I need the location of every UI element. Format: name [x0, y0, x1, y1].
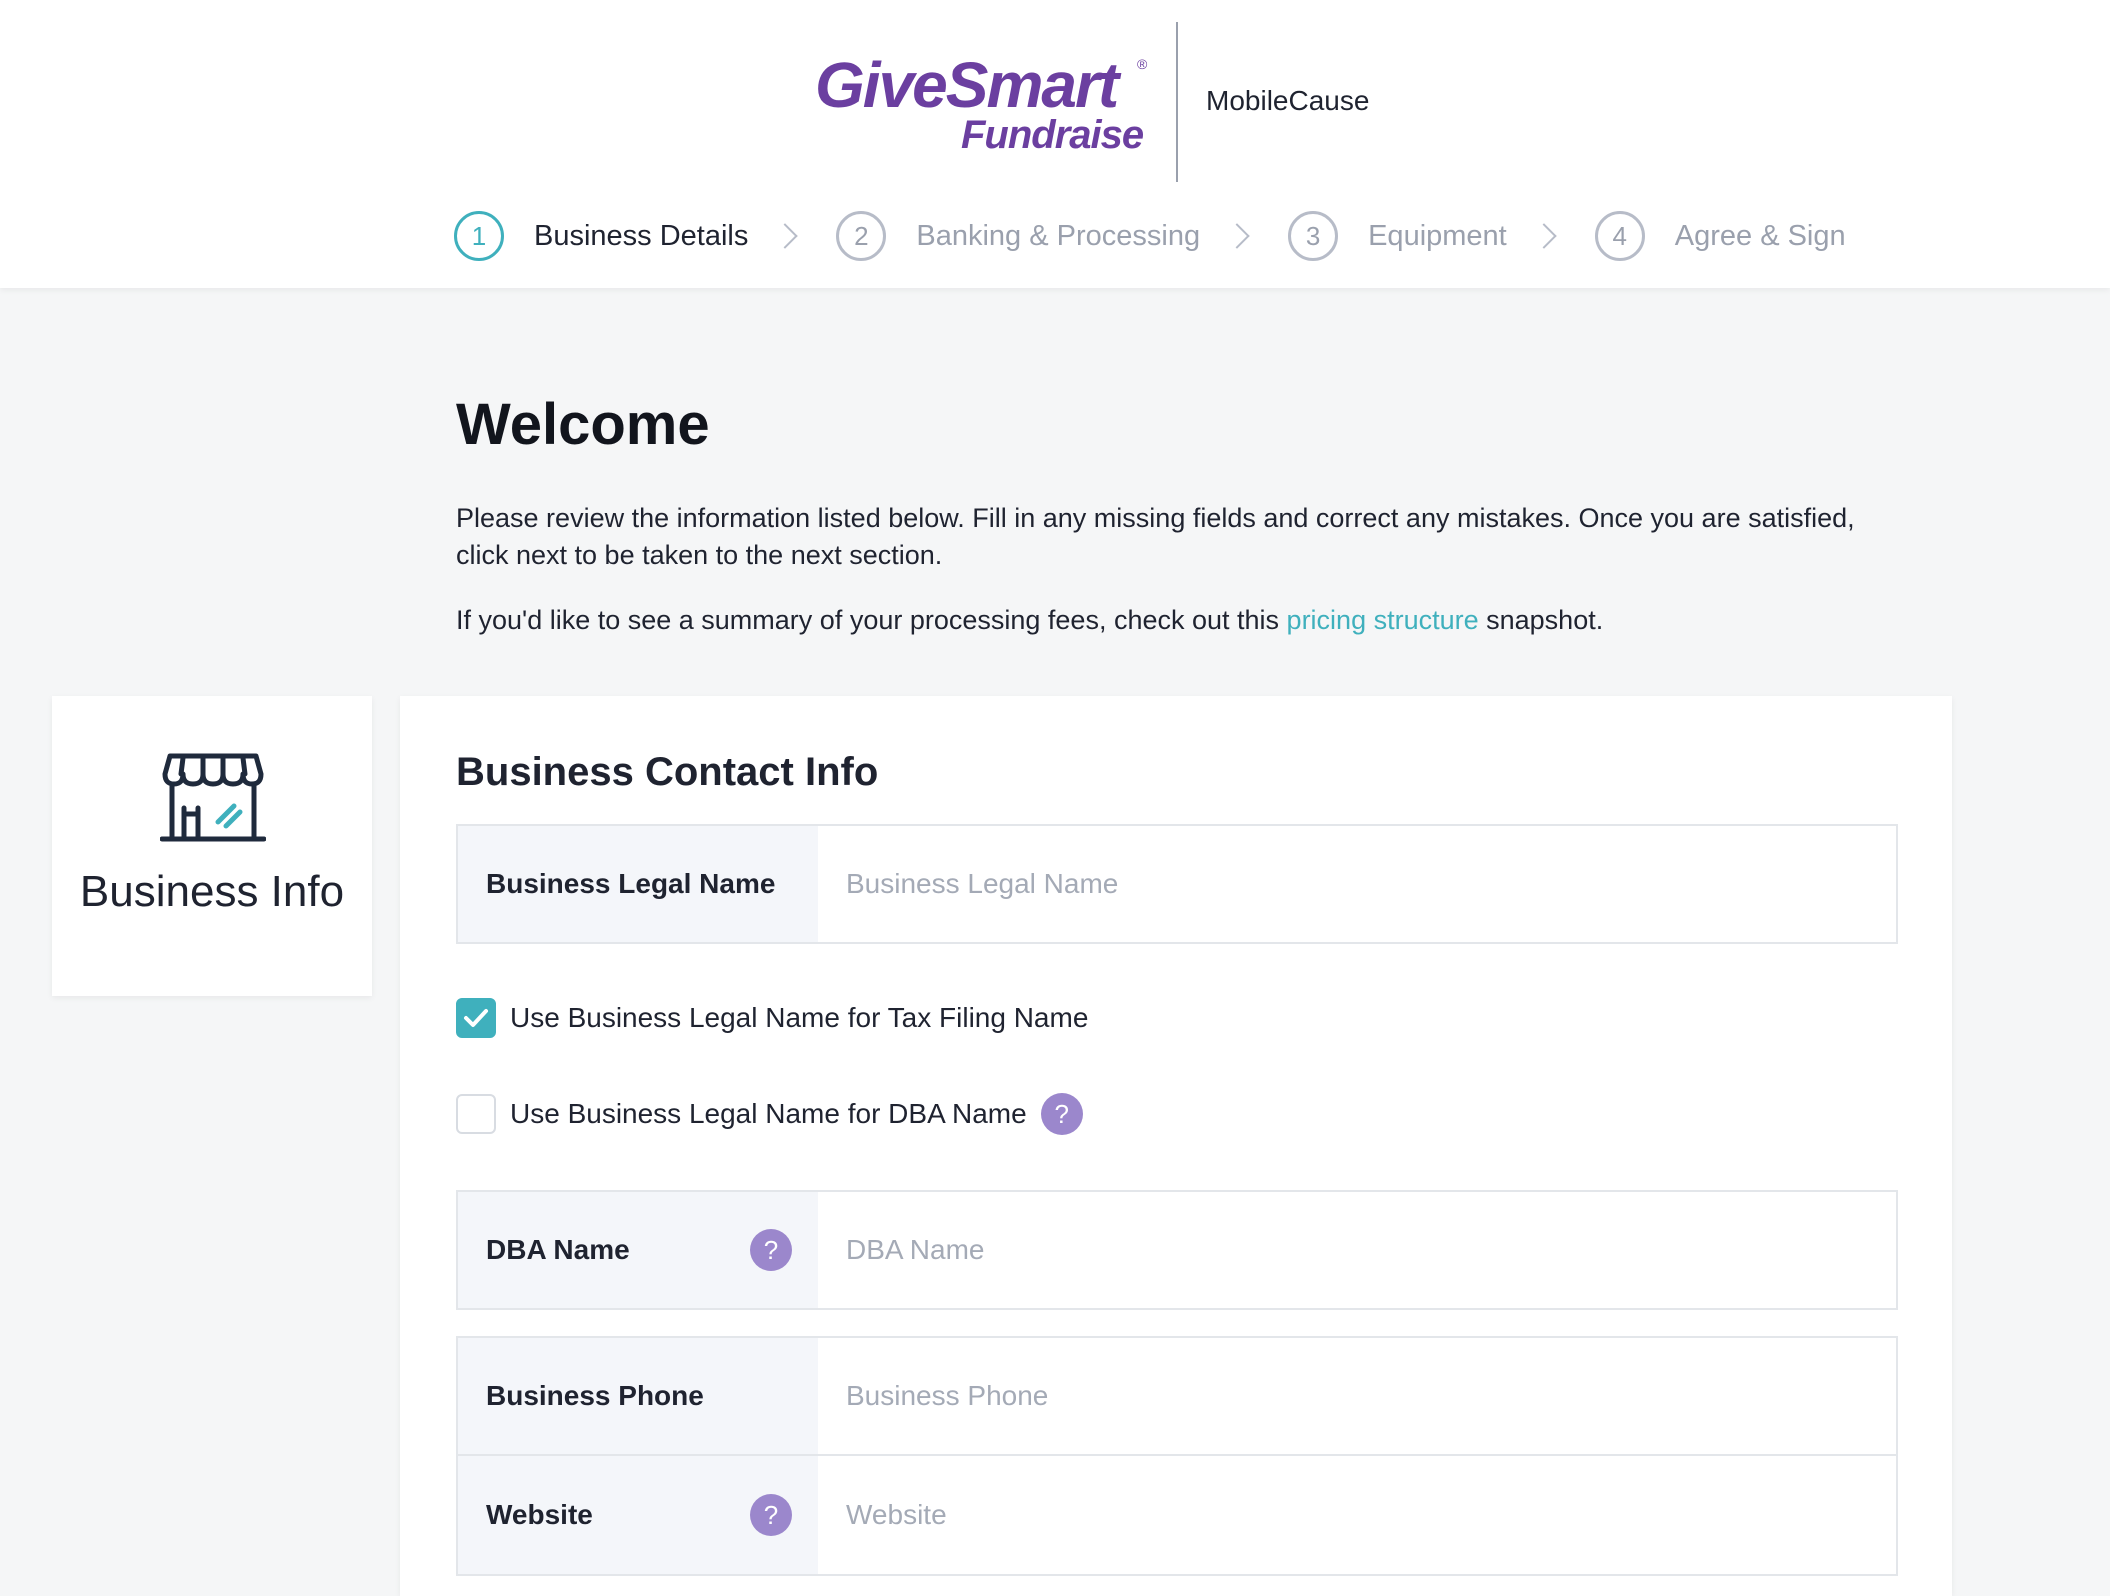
step-number: 2 [836, 211, 887, 261]
chevron-right-icon [772, 223, 799, 249]
intro-pricing-text-after: snapshot. [1478, 605, 1604, 635]
chevron-right-icon [1224, 223, 1250, 249]
logo-registered-mark: ® [1137, 56, 1148, 72]
progress-steps: 1 Business Details 2 Banking & Processin… [454, 210, 1846, 262]
business-phone-field: Business Phone [458, 1338, 1896, 1456]
legal-name-label-text: Business Legal Name [486, 868, 776, 899]
business-phone-label: Business Phone [458, 1338, 818, 1454]
section-nav-title: Business Info [79, 867, 345, 916]
form-section-title: Business Contact Info [456, 750, 879, 794]
step-business-details[interactable]: 1 Business Details [454, 211, 748, 261]
step-agree-sign[interactable]: 4 Agree & Sign [1594, 211, 1846, 261]
logo-sub-text: Fundraise [961, 113, 1144, 157]
dba-name-label-text: DBA Name [486, 1234, 630, 1265]
website-input[interactable] [818, 1456, 1896, 1574]
dba-name-checkbox[interactable] [456, 1094, 496, 1134]
dba-name-input[interactable] [818, 1192, 1896, 1308]
website-label: Website ? [458, 1456, 818, 1574]
website-field: Website ? [458, 1456, 1896, 1574]
tax-name-checkbox-label: Use Business Legal Name for Tax Filing N… [510, 1002, 1089, 1033]
step-number: 1 [454, 211, 504, 261]
step-equipment[interactable]: 3 Equipment [1288, 211, 1507, 261]
help-icon[interactable]: ? [750, 1494, 792, 1536]
legal-name-label: Business Legal Name [458, 826, 818, 942]
step-label: Business Details [534, 219, 749, 252]
business-phone-label-text: Business Phone [486, 1380, 704, 1411]
contact-fields-group: Business Phone Website ? [456, 1336, 1898, 1576]
step-label: Banking & Processing [916, 219, 1201, 252]
header-divider [1176, 22, 1178, 182]
step-number: 3 [1288, 211, 1339, 261]
page-title: Welcome [456, 392, 710, 457]
intro-pricing-note: If you'd like to see a summary of your p… [456, 602, 1603, 639]
legal-name-field: Business Legal Name [456, 824, 1898, 944]
website-label-text: Website [486, 1499, 593, 1530]
chevron-right-icon [1531, 223, 1557, 249]
givesmart-logo[interactable]: GiveSmart ® Fundraise [815, 50, 1155, 160]
help-icon[interactable]: ? [750, 1229, 792, 1271]
dba-name-checkbox-row[interactable]: Use Business Legal Name for DBA Name ? [456, 1092, 1083, 1136]
step-number: 4 [1594, 211, 1645, 261]
legal-name-input[interactable] [818, 826, 1896, 942]
tax-name-checkbox-row[interactable]: Use Business Legal Name for Tax Filing N… [456, 996, 1088, 1040]
step-label: Equipment [1368, 219, 1507, 252]
partner-name: MobileCause [1206, 85, 1370, 116]
business-contact-form: Business Contact Info Business Legal Nam… [400, 696, 1952, 1596]
storefront-icon [160, 753, 266, 842]
dba-name-checkbox-label: Use Business Legal Name for DBA Name [510, 1098, 1027, 1129]
checkmark-icon [464, 1009, 488, 1027]
step-label: Agree & Sign [1674, 219, 1846, 252]
business-phone-input[interactable] [818, 1338, 1896, 1454]
intro-pricing-text-before: If you'd like to see a summary of your p… [456, 605, 1287, 635]
tax-name-checkbox[interactable] [456, 998, 496, 1038]
section-nav-card[interactable]: Business Info [52, 696, 372, 996]
top-header: GiveSmart ® Fundraise MobileCause 1 Busi… [0, 0, 2110, 288]
intro-instructions: Please review the information listed bel… [456, 503, 1855, 570]
pricing-structure-link[interactable]: pricing structure [1287, 605, 1479, 635]
step-banking-processing[interactable]: 2 Banking & Processing [836, 211, 1200, 261]
dba-name-label: DBA Name ? [458, 1192, 818, 1308]
dba-name-field: DBA Name ? [456, 1190, 1898, 1310]
help-icon[interactable]: ? [1040, 1093, 1083, 1135]
